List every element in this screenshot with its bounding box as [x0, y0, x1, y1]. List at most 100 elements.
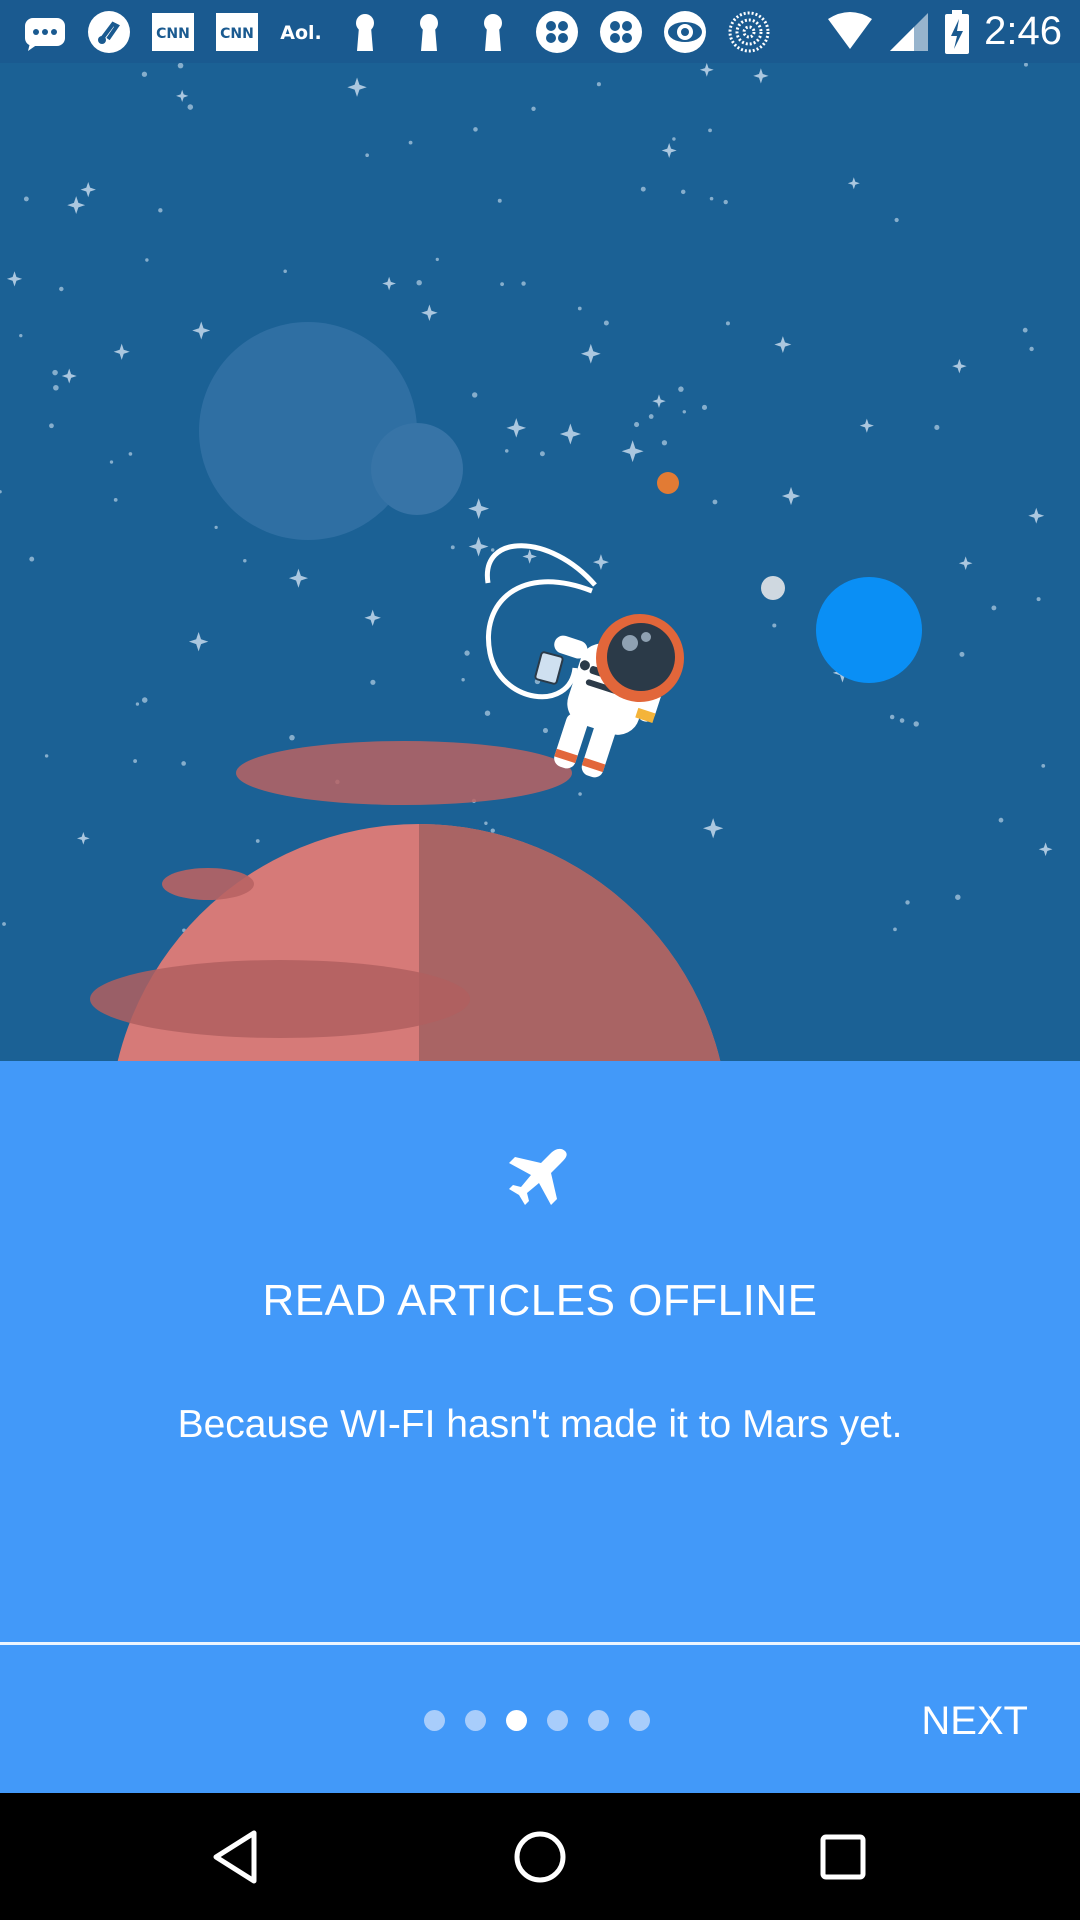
cbs-eye-icon — [662, 9, 708, 55]
messages-icon — [22, 9, 68, 55]
star — [421, 304, 438, 322]
dotted-sphere-icon — [726, 9, 772, 55]
star — [52, 369, 58, 376]
red-planet — [90, 741, 721, 1061]
star — [49, 423, 54, 429]
svg-text:Aol.: Aol. — [280, 22, 322, 44]
star — [682, 410, 687, 414]
star — [699, 63, 714, 77]
star — [472, 392, 478, 398]
star — [435, 257, 439, 262]
star — [905, 900, 910, 905]
star — [899, 718, 905, 723]
star — [188, 631, 209, 652]
recents-square-icon[interactable] — [807, 1821, 879, 1893]
star — [640, 186, 646, 192]
star — [913, 721, 919, 727]
page-dot-2 — [465, 1710, 486, 1731]
star — [894, 217, 899, 223]
star — [958, 556, 973, 571]
onboarding-illustration — [0, 63, 1080, 1061]
star — [648, 414, 654, 419]
star — [370, 679, 376, 685]
star — [504, 449, 509, 453]
star — [464, 650, 470, 656]
star — [652, 394, 666, 408]
svg-text:CNN: CNN — [220, 26, 254, 42]
star — [214, 525, 218, 529]
star — [288, 568, 309, 588]
star — [955, 894, 961, 900]
star — [661, 142, 677, 159]
star — [128, 452, 133, 456]
page-dot-6 — [629, 1710, 650, 1731]
space-scene — [0, 63, 1053, 1061]
star — [1041, 763, 1046, 768]
star — [59, 286, 64, 292]
star — [484, 821, 488, 825]
star — [959, 651, 965, 657]
keyhole-icon — [342, 9, 388, 55]
star — [1038, 842, 1053, 857]
star — [578, 792, 582, 796]
star — [6, 271, 23, 287]
wifi-icon — [828, 11, 873, 49]
star — [580, 343, 601, 364]
star — [723, 199, 728, 205]
star — [0, 490, 2, 494]
star — [468, 536, 489, 557]
onboarding-subtitle: Because WI-FI hasn't made it to Mars yet… — [177, 1403, 903, 1446]
star — [542, 728, 548, 734]
svg-text:CNN: CNN — [156, 26, 190, 42]
home-circle-icon[interactable] — [504, 1821, 576, 1893]
star — [531, 106, 536, 111]
star — [725, 321, 730, 326]
faint-moon — [199, 322, 417, 540]
star — [634, 421, 640, 428]
star — [753, 68, 769, 84]
star — [712, 499, 718, 505]
star — [506, 418, 527, 438]
back-triangle-icon[interactable] — [200, 1821, 272, 1893]
star — [289, 734, 295, 741]
star — [774, 336, 792, 354]
star — [889, 714, 895, 720]
star — [158, 208, 163, 213]
notification-icons: CNN CNN Aol. — [22, 9, 772, 55]
star — [468, 498, 490, 520]
star — [859, 418, 874, 433]
star — [473, 127, 478, 132]
system-status: 2:46 — [826, 0, 1062, 63]
star — [80, 181, 96, 198]
signal-icon — [890, 12, 929, 51]
star — [44, 754, 49, 758]
star — [176, 89, 189, 103]
star — [109, 460, 114, 464]
star — [2, 922, 6, 926]
star — [847, 177, 860, 190]
star — [141, 71, 148, 77]
onboarding-panel: READ ARTICLES OFFLINE Because WI-FI hasn… — [0, 1061, 1080, 1793]
star — [991, 605, 997, 611]
star — [998, 817, 1004, 823]
star — [490, 828, 495, 833]
star — [181, 761, 186, 766]
star — [490, 548, 495, 552]
navigation-bar — [0, 1793, 1080, 1920]
star — [76, 832, 90, 845]
star — [365, 153, 369, 158]
page-dot-4 — [547, 1710, 568, 1731]
star — [592, 554, 609, 571]
star — [450, 545, 455, 550]
star — [19, 333, 23, 338]
star — [1036, 597, 1041, 602]
next-button[interactable]: NEXT — [921, 1693, 1028, 1750]
star — [113, 343, 130, 360]
keyhole-icon — [406, 9, 452, 55]
star — [416, 279, 422, 286]
battery-charging-icon — [945, 9, 970, 54]
star — [53, 384, 59, 391]
star — [283, 269, 287, 274]
star — [672, 137, 676, 141]
stars — [0, 63, 1053, 948]
